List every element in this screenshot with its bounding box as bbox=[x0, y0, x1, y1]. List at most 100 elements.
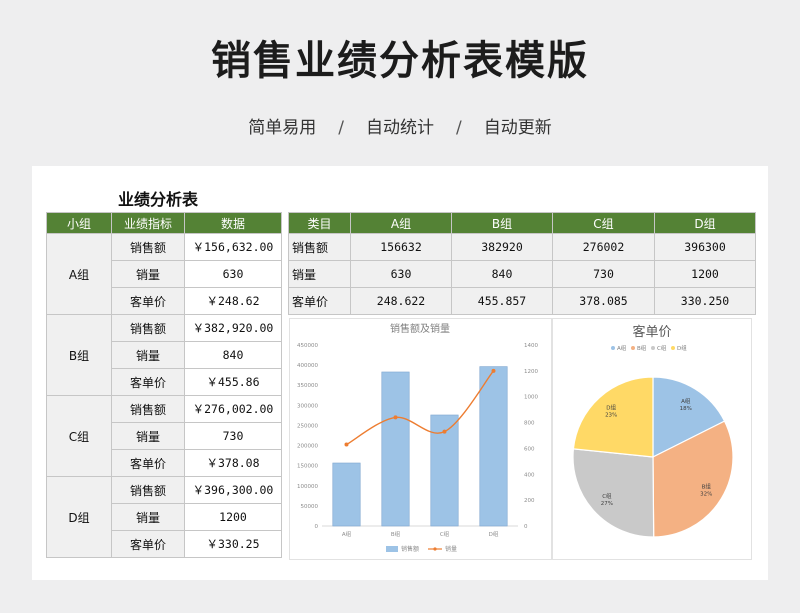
y-left-tick-label: 150000 bbox=[297, 464, 318, 470]
group-cell[interactable]: C组 bbox=[46, 395, 112, 477]
subtitle-separator: / bbox=[338, 118, 344, 138]
table-row: 销量 630 840 730 1200 bbox=[288, 260, 756, 288]
column-header-group-a: A组 bbox=[350, 212, 452, 234]
table-row: 销售额 156632 382920 276002 396300 bbox=[288, 233, 756, 261]
metric-cell[interactable]: 销量 bbox=[111, 260, 185, 288]
quantity-point bbox=[491, 368, 496, 373]
value-cell[interactable]: ￥248.62 bbox=[184, 287, 282, 315]
metric-cell[interactable]: 销售额 bbox=[111, 395, 185, 423]
metric-cell[interactable]: 销量 bbox=[111, 503, 185, 531]
column-header-metric: 业绩指标 bbox=[111, 212, 185, 234]
column-header-data: 数据 bbox=[184, 212, 282, 234]
value-cell[interactable]: 248.622 bbox=[350, 287, 452, 315]
value-cell[interactable]: ￥455.86 bbox=[184, 368, 282, 396]
quantity-point bbox=[442, 429, 447, 434]
y-right-tick-label: 0 bbox=[524, 524, 528, 530]
group-cell[interactable]: D组 bbox=[46, 476, 112, 558]
value-cell[interactable]: 840 bbox=[451, 260, 553, 288]
pie-legend-label: B组 bbox=[637, 344, 647, 352]
value-cell[interactable]: 630 bbox=[184, 260, 282, 288]
value-cell[interactable]: 396300 bbox=[654, 233, 756, 261]
column-header-category: 类目 bbox=[288, 212, 351, 234]
y-left-tick-label: 50000 bbox=[301, 504, 319, 510]
metric-cell[interactable]: 客单价 bbox=[111, 368, 185, 396]
pie-legend-swatch bbox=[651, 346, 655, 350]
sheet-title: 业绩分析表 bbox=[118, 190, 199, 209]
value-cell[interactable]: ￥276,002.00 bbox=[184, 395, 282, 423]
value-cell[interactable]: 330.250 bbox=[654, 287, 756, 315]
value-cell[interactable]: 276002 bbox=[552, 233, 655, 261]
pie-legend-label: C组 bbox=[657, 344, 667, 352]
value-cell[interactable]: 630 bbox=[350, 260, 452, 288]
table-row: D组 销售额 ￥396,300.00 bbox=[46, 476, 282, 558]
row-label-cell[interactable]: 客单价 bbox=[288, 287, 351, 315]
column-header-group: 小组 bbox=[46, 212, 112, 234]
x-tick-label: B组 bbox=[391, 530, 401, 538]
spreadsheet-area: 业绩分析表 小组 业绩指标 数据 A组 销售额 ￥156,632.00 销量 6… bbox=[32, 166, 768, 580]
x-tick-label: D组 bbox=[489, 530, 499, 538]
metric-cell[interactable]: 客单价 bbox=[111, 287, 185, 315]
pie-legend-swatch bbox=[631, 346, 635, 350]
value-cell[interactable]: 156632 bbox=[350, 233, 452, 261]
value-cell[interactable]: ￥396,300.00 bbox=[184, 476, 282, 504]
subtitle: 简单易用 / 自动统计 / 自动更新 bbox=[0, 113, 800, 138]
subtitle-item-auto-stats: 自动统计 bbox=[366, 118, 434, 138]
x-tick-label: A组 bbox=[342, 530, 352, 538]
y-right-tick-label: 1400 bbox=[524, 343, 538, 349]
value-cell[interactable]: 1200 bbox=[654, 260, 756, 288]
y-left-tick-label: 300000 bbox=[297, 403, 318, 409]
pie-slice-category-label: D组 bbox=[606, 404, 616, 412]
y-right-tick-label: 600 bbox=[524, 446, 535, 452]
metric-cell[interactable]: 销量 bbox=[111, 341, 185, 369]
column-header-group-d: D组 bbox=[654, 212, 756, 234]
quantity-point bbox=[393, 415, 398, 420]
row-label-cell[interactable]: 销量 bbox=[288, 260, 351, 288]
y-left-tick-label: 100000 bbox=[297, 484, 318, 490]
value-cell[interactable]: ￥382,920.00 bbox=[184, 314, 282, 342]
column-header-group-b: B组 bbox=[451, 212, 553, 234]
pie-legend-label: D组 bbox=[677, 344, 687, 352]
y-right-tick-label: 1000 bbox=[524, 395, 538, 401]
y-left-tick-label: 0 bbox=[315, 524, 319, 530]
group-cell[interactable]: A组 bbox=[46, 233, 112, 315]
row-label-cell[interactable]: 销售额 bbox=[288, 233, 351, 261]
y-left-tick-label: 450000 bbox=[297, 343, 318, 349]
unit-price-pie-chart-svg: 客单价A组 B组 C组 D组A组18%B组32%C组27%D组23% bbox=[572, 324, 734, 538]
value-cell[interactable]: ￥330.25 bbox=[184, 530, 282, 558]
metric-cell[interactable]: 客单价 bbox=[111, 530, 185, 558]
value-cell[interactable]: 730 bbox=[552, 260, 655, 288]
value-cell[interactable]: 730 bbox=[184, 422, 282, 450]
metric-cell[interactable]: 客单价 bbox=[111, 449, 185, 477]
pie-slice-category-label: A组 bbox=[681, 397, 691, 405]
metric-cell[interactable]: 销售额 bbox=[111, 233, 185, 261]
y-right-tick-label: 1200 bbox=[524, 369, 538, 375]
value-cell[interactable]: 382920 bbox=[451, 233, 553, 261]
y-left-tick-label: 200000 bbox=[297, 444, 318, 450]
sales-combo-chart-svg: 销售额及销量 0 50000 100000 150000 200000 250000 3000… bbox=[297, 322, 538, 553]
group-cell[interactable]: B组 bbox=[46, 314, 112, 396]
sales-combo-chart[interactable]: 销售额及销量 0 50000 100000 150000 200000 250000 3000… bbox=[289, 318, 552, 560]
main-title: 销售业绩分析表模版 bbox=[211, 38, 589, 84]
table-row: 客单价 248.622 455.857 378.085 330.250 bbox=[288, 287, 756, 315]
y-left-tick-label: 250000 bbox=[297, 423, 318, 429]
y-right-tick-label: 200 bbox=[524, 498, 535, 504]
value-cell[interactable]: 840 bbox=[184, 341, 282, 369]
category-summary-table: 类目 A组 B组 C组 D组 销售额 156632 382920 276002 … bbox=[288, 212, 756, 315]
value-cell[interactable]: 455.857 bbox=[451, 287, 553, 315]
pie-legend-swatch bbox=[671, 346, 675, 350]
metric-cell[interactable]: 销量 bbox=[111, 422, 185, 450]
x-tick-label: C组 bbox=[440, 530, 450, 538]
value-cell[interactable]: 1200 bbox=[184, 503, 282, 531]
metric-cell[interactable]: 销售额 bbox=[111, 476, 185, 504]
unit-price-pie-chart[interactable]: 客单价 A组 B组 C组 D组 A组 18% B组 32% C组 27% D组 23% bbox=[552, 318, 752, 560]
quantity-line bbox=[346, 370, 495, 446]
subtitle-separator: / bbox=[456, 118, 462, 138]
value-cell[interactable]: ￥156,632.00 bbox=[184, 233, 282, 261]
value-cell[interactable]: ￥378.08 bbox=[184, 449, 282, 477]
legend-marker-quantity bbox=[433, 547, 437, 551]
table-row: B组 销售额 ￥382,920.00 bbox=[46, 314, 282, 396]
metric-cell[interactable]: 销售额 bbox=[111, 314, 185, 342]
table-row: A组 销售额 ￥156,632.00 bbox=[46, 233, 282, 315]
value-cell[interactable]: 378.085 bbox=[552, 287, 655, 315]
subtitle-item-easy: 简单易用 bbox=[248, 118, 317, 138]
